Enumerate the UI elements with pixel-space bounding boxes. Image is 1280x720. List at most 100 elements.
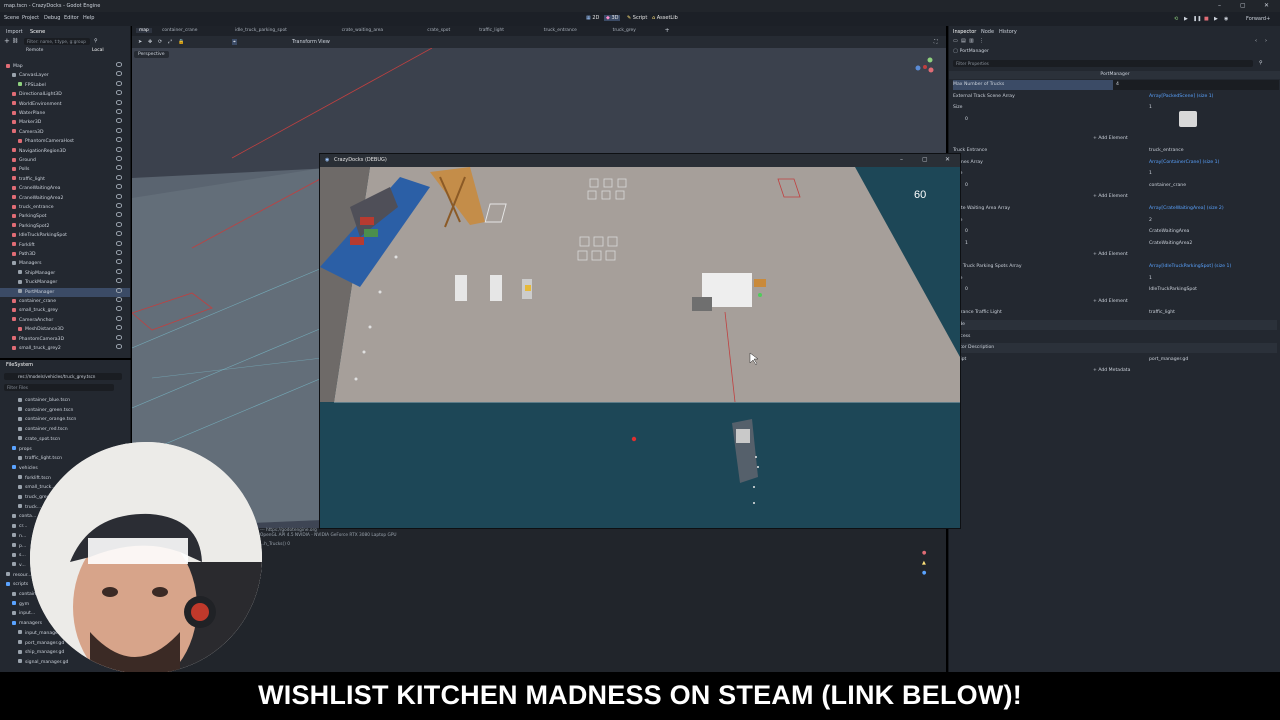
game-minimize-icon[interactable]: – xyxy=(900,156,903,163)
filter-options-icon[interactable]: ⚲ xyxy=(94,38,98,44)
scene-tree-node[interactable]: NavigationRegion3D xyxy=(0,146,130,156)
property-value[interactable]: 2 xyxy=(1149,216,1152,226)
menu-project[interactable]: Project xyxy=(22,15,39,21)
distraction-free-icon[interactable]: ⛶ xyxy=(934,39,938,45)
visibility-eye-icon[interactable] xyxy=(116,268,122,274)
game-close-icon[interactable]: ✕ xyxy=(945,156,950,163)
file-item[interactable]: v... xyxy=(0,561,26,570)
output-filter-icons[interactable]: ● ▲ ● xyxy=(922,550,926,576)
visibility-eye-icon[interactable] xyxy=(116,240,122,246)
scene-tree-node[interactable]: truck_entrance xyxy=(0,203,130,212)
inspector-row[interactable]: Editor Description xyxy=(953,343,1277,354)
file-item[interactable]: signal_manager.gd xyxy=(0,658,68,667)
visibility-eye-icon[interactable] xyxy=(116,315,122,321)
visibility-eye-icon[interactable] xyxy=(116,250,122,255)
scene-tree-node[interactable]: small_truck_grey2 xyxy=(0,344,130,353)
visibility-eye-icon[interactable] xyxy=(116,174,122,180)
scene-tab[interactable]: crate_waiting_area xyxy=(342,28,384,33)
property-value[interactable]: container_crane xyxy=(1149,181,1186,191)
visibility-eye-icon[interactable] xyxy=(116,62,122,67)
file-item[interactable]: props xyxy=(0,445,32,454)
add-node-icon[interactable]: + xyxy=(4,38,10,45)
visibility-eye-icon[interactable] xyxy=(116,118,122,124)
visibility-eye-icon[interactable] xyxy=(116,80,122,86)
local-tab[interactable]: Local xyxy=(92,48,104,53)
menu-help[interactable]: Help xyxy=(83,15,94,21)
visibility-eye-icon[interactable] xyxy=(116,212,122,218)
property-value[interactable]: Array[ContainerCrane] (size 1) xyxy=(1149,158,1219,168)
scene-tree-node[interactable]: small_truck_grey xyxy=(0,306,130,315)
file-item[interactable]: truck... xyxy=(0,503,41,512)
tab-history[interactable]: History xyxy=(999,29,1017,35)
game-window[interactable]: ◉ CrazyDocks (DEBUG) – ▢ ✕ 60 xyxy=(320,154,960,528)
visibility-eye-icon[interactable] xyxy=(116,146,122,152)
scene-tree-node[interactable]: ParkingSpot xyxy=(0,212,130,221)
new-resource-icon[interactable]: ▭ xyxy=(953,38,958,44)
instance-scene-icon[interactable]: ⛓ xyxy=(12,38,22,44)
visibility-eye-icon[interactable] xyxy=(116,193,122,199)
scene-tree-node[interactable]: PortManager xyxy=(0,287,130,297)
workspace-script[interactable]: ✎ Script xyxy=(627,15,647,21)
property-value[interactable]: truck_entrance xyxy=(1149,146,1184,156)
file-item[interactable]: p... xyxy=(0,542,26,551)
scene-tab[interactable]: truck_entrance xyxy=(544,28,577,33)
scene-tree-node[interactable]: container_crane xyxy=(0,297,130,306)
game-maximize-icon[interactable]: ▢ xyxy=(922,156,928,163)
scene-tab[interactable]: traffic_light xyxy=(479,28,504,33)
property-value[interactable]: Array[CrateWaitingArea] (size 2) xyxy=(1149,204,1224,214)
property-value[interactable]: traffic_light xyxy=(1149,308,1175,318)
tab-node[interactable]: Node xyxy=(981,29,994,35)
property-value[interactable]: 1 xyxy=(1149,103,1152,113)
visibility-eye-icon[interactable] xyxy=(116,109,122,114)
forward-icon[interactable]: › xyxy=(1265,38,1267,44)
stop-icon[interactable]: ■ xyxy=(1204,16,1209,22)
scene-tree-node[interactable]: traffic_light xyxy=(0,174,130,184)
view-menu[interactable]: View xyxy=(318,39,330,45)
file-item[interactable]: conta... xyxy=(0,512,36,521)
scene-tree-node[interactable]: Camera3D xyxy=(0,127,130,137)
play-icon[interactable]: ▶ xyxy=(1184,16,1188,22)
menu-editor[interactable]: Editor xyxy=(64,15,79,21)
minimize-icon[interactable]: – xyxy=(1218,2,1221,9)
scene-tree-node[interactable]: WaterPlane xyxy=(0,109,130,118)
snap-icon[interactable]: ⌖ xyxy=(232,39,237,45)
file-item[interactable]: vehicles xyxy=(0,464,38,473)
visibility-eye-icon[interactable] xyxy=(116,90,122,96)
scene-tree-node[interactable]: ParkingSpot2 xyxy=(0,221,130,231)
visibility-eye-icon[interactable] xyxy=(116,221,122,227)
property-value[interactable]: port_manager.gd xyxy=(1149,355,1188,365)
file-item[interactable]: container_blue.tscn xyxy=(0,396,70,405)
renderer-label[interactable]: Forward+ xyxy=(1246,16,1270,22)
visibility-eye-icon[interactable] xyxy=(116,231,122,237)
scene-tree-node[interactable]: WorldEnvironment xyxy=(0,99,130,109)
file-item[interactable]: managers xyxy=(0,619,42,628)
scene-tree-node[interactable]: TruckManager xyxy=(0,278,130,287)
visibility-eye-icon[interactable] xyxy=(116,137,122,143)
visibility-eye-icon[interactable] xyxy=(116,278,122,284)
scene-tab[interactable]: truck_grey xyxy=(613,28,636,33)
file-item[interactable]: ship_manager.gd xyxy=(0,648,64,657)
add-element-button[interactable]: + Add Element xyxy=(1093,192,1128,202)
visibility-eye-icon[interactable] xyxy=(116,325,122,331)
transform-menu[interactable]: Transform xyxy=(292,39,317,45)
maximize-icon[interactable]: ▢ xyxy=(1240,2,1246,9)
scene-tab[interactable]: idle_truck_parking_spot xyxy=(235,28,287,33)
movie-icon[interactable]: ◉ xyxy=(1224,16,1228,22)
scene-tree-node[interactable]: Map xyxy=(0,62,130,71)
scene-thumbnail[interactable] xyxy=(1179,110,1197,127)
visibility-eye-icon[interactable] xyxy=(116,127,122,133)
visibility-eye-icon[interactable] xyxy=(116,165,122,171)
property-value[interactable]: 1 xyxy=(1149,274,1152,284)
scene-tree-node[interactable]: DirectionalLight3D xyxy=(0,90,130,99)
perspective-button[interactable]: Perspective xyxy=(134,51,169,58)
inspector-menu-icon[interactable]: ⋮ xyxy=(979,38,984,44)
file-item[interactable]: n... xyxy=(0,532,26,541)
add-element-button[interactable]: + Add Element xyxy=(1093,250,1128,260)
dock-tab-filesystem[interactable]: FileSystem xyxy=(6,362,33,368)
file-item[interactable]: scripts xyxy=(0,580,28,589)
menu-debug[interactable]: Debug xyxy=(44,15,60,21)
scene-filter-input[interactable]: Filter: name, t:type, g:group xyxy=(24,38,90,45)
workspace-2d[interactable]: ▦ 2D xyxy=(586,15,599,21)
scene-tab[interactable]: crate_spot xyxy=(427,28,450,33)
property-value[interactable]: IdleTruckParkingSpot xyxy=(1149,285,1197,295)
